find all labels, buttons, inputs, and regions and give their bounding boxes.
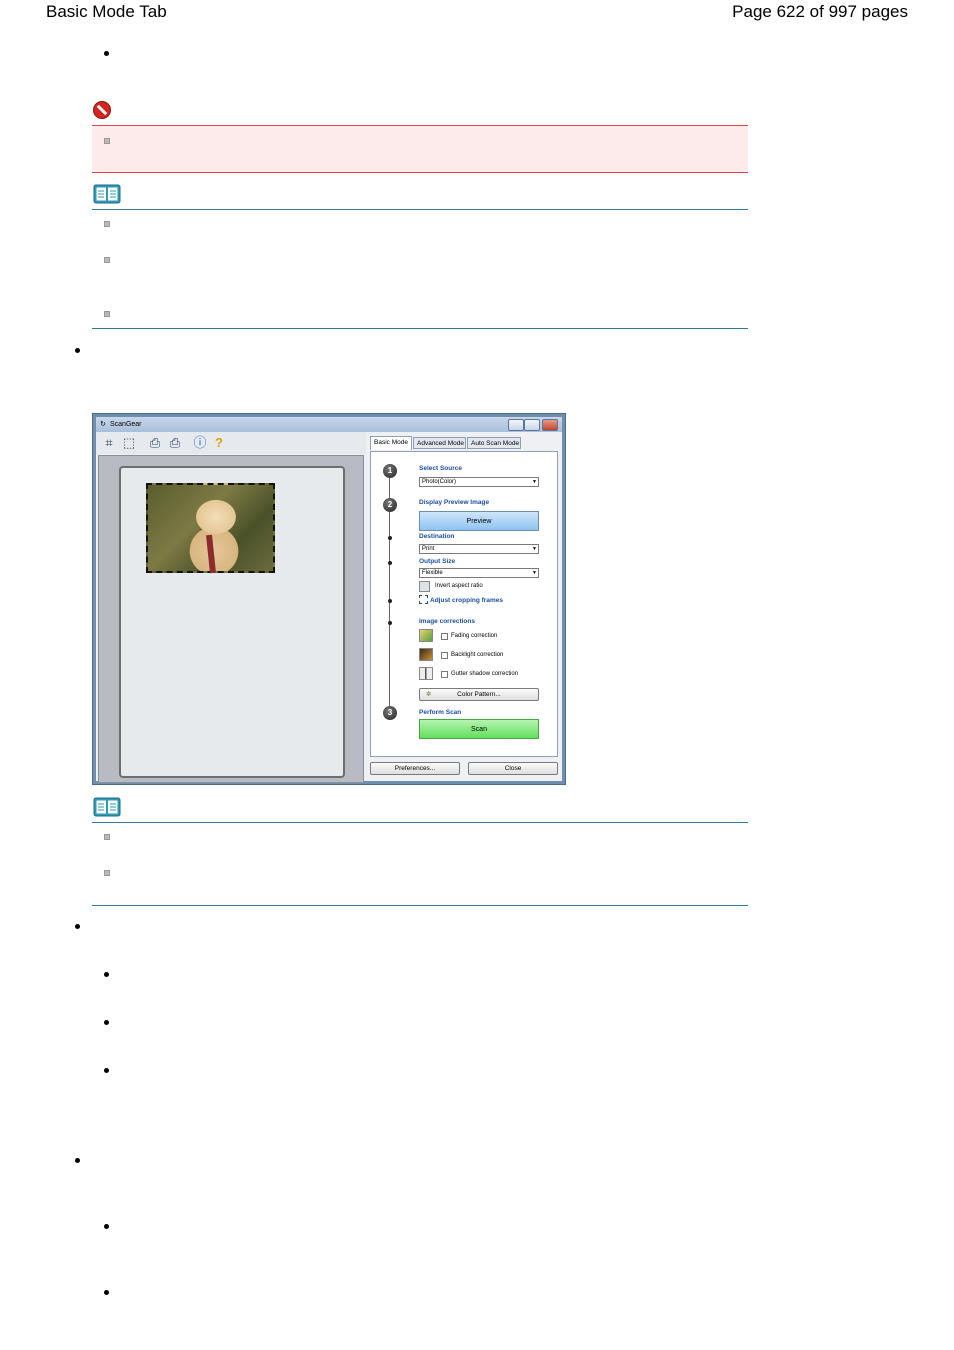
maximize-button[interactable] (524, 419, 540, 431)
scangear-window: ↻ ScanGear ⌗ ⬚ ⎙ ⎙ ⓘ ? Basic Mode Advanc… (92, 413, 566, 785)
crop-frame-icon[interactable]: ⌗ (101, 435, 117, 451)
gutter-shadow-icon (419, 667, 433, 680)
preview-button[interactable]: Preview (419, 511, 539, 531)
substep-dot (388, 536, 392, 540)
chevron-down-icon: ▼ (532, 479, 537, 485)
select-source-value: Photo(Color) (422, 479, 457, 485)
note-book-icon (93, 797, 121, 817)
step-2-icon: 2 (383, 498, 397, 512)
list-marker (104, 870, 110, 876)
note-rule (92, 209, 748, 210)
bullet (104, 51, 109, 56)
backlight-correction-checkbox[interactable] (441, 652, 448, 659)
list-marker (104, 257, 110, 263)
bullet (104, 1068, 109, 1073)
toolbar: ⌗ ⬚ ⎙ ⎙ ⓘ ? (96, 432, 366, 454)
tab-auto-scan-mode[interactable]: Auto Scan Mode (467, 437, 521, 449)
crop-frame-icon (419, 595, 428, 604)
close-window-button[interactable] (542, 419, 558, 431)
document-title: Basic Mode Tab (46, 2, 167, 21)
prohibited-icon (92, 100, 112, 120)
tab-advanced-mode[interactable]: Advanced Mode (413, 437, 466, 449)
output-size-dropdown[interactable]: Flexible ▼ (419, 568, 539, 578)
backlight-correction-icon (419, 648, 433, 661)
fading-correction-label: Fading correction (451, 633, 498, 639)
color-pattern-label: Color Pattern... (457, 691, 501, 698)
adjust-cropping-link[interactable]: Adjust cropping frames (430, 597, 503, 604)
perform-scan-label: Perform Scan (419, 709, 462, 716)
note-rule (92, 822, 748, 823)
color-pattern-icon: ✲ (426, 691, 432, 698)
step-1-icon: 1 (383, 464, 397, 478)
bullet (104, 972, 109, 977)
fading-correction-checkbox[interactable] (441, 633, 448, 640)
output-size-value: Flexible (422, 570, 443, 576)
photo-preview-image[interactable] (146, 483, 275, 574)
substep-dot (388, 599, 392, 603)
scangear-logo-icon: ↻ (100, 421, 106, 428)
scan-button[interactable]: Scan (419, 719, 539, 739)
window-title: ScanGear (110, 421, 142, 428)
bullet (104, 1224, 109, 1229)
title-bar: ↻ ScanGear (96, 417, 562, 432)
important-box (92, 125, 748, 173)
info-icon[interactable]: ⓘ (192, 435, 208, 451)
preferences-button[interactable]: Preferences... (370, 762, 460, 775)
close-button[interactable]: Close (468, 762, 558, 775)
note-rule (92, 328, 748, 329)
destination-label: Destination (419, 533, 455, 540)
image-corrections-label: Image corrections (419, 618, 475, 625)
destination-dropdown[interactable]: Print ▼ (419, 544, 539, 554)
chevron-down-icon: ▼ (532, 570, 537, 576)
basic-mode-panel: 1 Select Source Photo(Color) ▼ 2 Display… (370, 451, 558, 757)
fading-correction-icon (419, 629, 433, 642)
bullet (104, 1020, 109, 1025)
substep-dot (388, 621, 392, 625)
page-number: Page 622 of 997 pages (732, 2, 908, 21)
color-pattern-button[interactable]: ✲ Color Pattern... (419, 688, 539, 701)
list-marker (104, 311, 110, 317)
destination-value: Print (422, 546, 435, 552)
substep-dot (388, 561, 392, 565)
rotate-left-icon[interactable]: ⎙ (147, 435, 163, 451)
rotate-right-icon[interactable]: ⎙ (167, 435, 183, 451)
invert-aspect-label: Invert aspect ratio (435, 583, 483, 589)
select-source-label: Select Source (419, 465, 462, 472)
display-preview-label: Display Preview Image (419, 499, 490, 506)
chevron-down-icon: ▼ (532, 546, 537, 552)
bullet (75, 1158, 80, 1163)
leash-shape (206, 534, 216, 574)
preview-area[interactable] (98, 455, 364, 783)
note-book-icon (93, 184, 121, 204)
note-rule (92, 905, 748, 906)
backlight-correction-label: Backlight correction (451, 652, 504, 658)
minimize-button[interactable] (508, 419, 524, 431)
gutter-shadow-label: Gutter shadow correction (451, 671, 519, 677)
step-3-icon: 3 (383, 706, 397, 720)
output-size-label: Output Size (419, 558, 456, 565)
list-marker (104, 834, 110, 840)
list-marker (104, 138, 110, 144)
bullet (104, 1290, 109, 1295)
gutter-shadow-checkbox[interactable] (441, 671, 448, 678)
scanner-platen (119, 466, 345, 778)
bullet (75, 924, 80, 929)
select-source-dropdown[interactable]: Photo(Color) ▼ (419, 477, 539, 487)
help-icon[interactable]: ? (211, 435, 227, 451)
bullet (75, 348, 80, 353)
tab-basic-mode[interactable]: Basic Mode (370, 436, 412, 450)
list-marker (104, 221, 110, 227)
delete-frame-icon[interactable]: ⬚ (121, 435, 137, 451)
invert-aspect-icon[interactable] (419, 581, 430, 592)
